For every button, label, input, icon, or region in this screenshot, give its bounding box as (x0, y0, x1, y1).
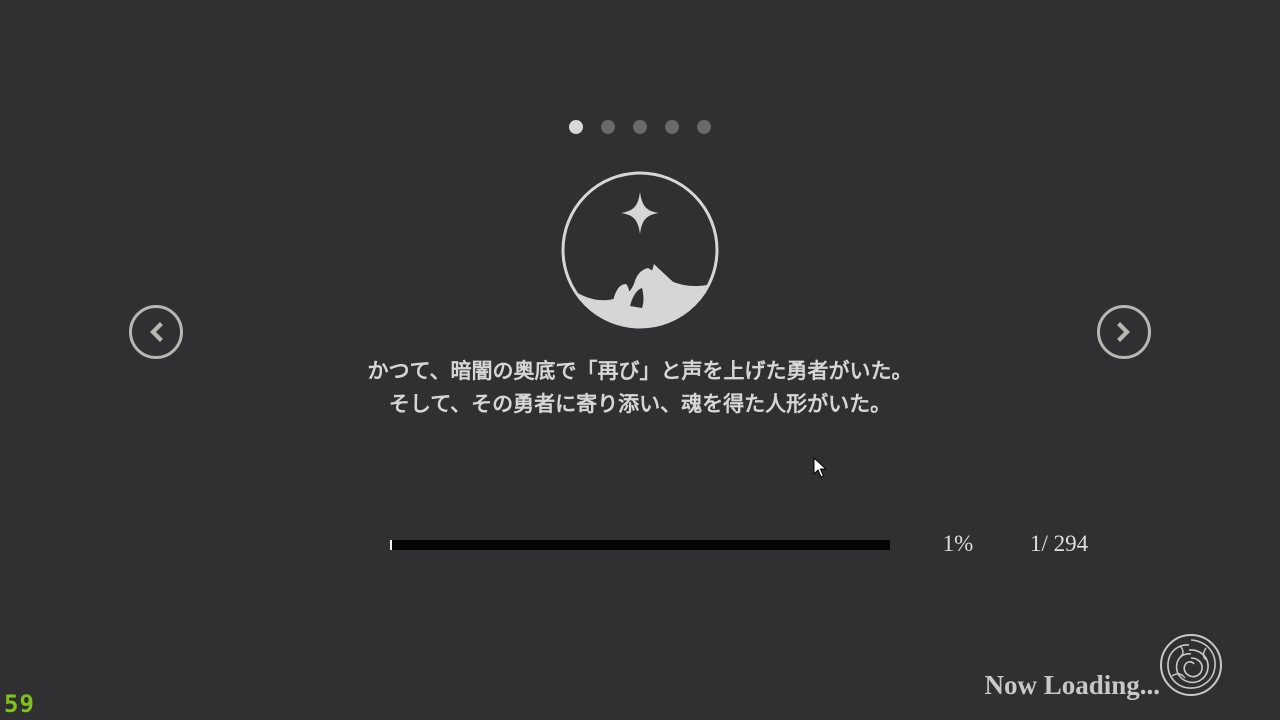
star-night-emblem-icon (561, 171, 719, 329)
page-indicator (0, 120, 1280, 136)
previous-page-button[interactable] (129, 305, 183, 359)
loading-screen: かつて、暗闇の奥底で「再び」と声を上げた勇者がいた。 そして、その勇者に寄り添い… (0, 0, 1280, 720)
progress-percent: 1% (942, 531, 974, 556)
now-loading-text: Now Loading... (984, 670, 1160, 700)
next-page-button[interactable] (1097, 305, 1151, 359)
chevron-left-icon (150, 322, 163, 342)
fps-counter: 59 (4, 690, 35, 718)
story-text: かつて、暗闇の奥底で「再び」と声を上げた勇者がいた。 そして、その勇者に寄り添い… (0, 354, 1280, 420)
loading-progress-bar (390, 540, 890, 550)
mouse-cursor-icon (813, 457, 827, 478)
page-dot[interactable] (633, 120, 647, 134)
story-line: かつて、暗闇の奥底で「再び」と声を上げた勇者がいた。 (367, 358, 913, 383)
chevron-right-icon (1117, 322, 1130, 342)
page-dot[interactable] (697, 120, 711, 134)
page-dot[interactable] (569, 120, 583, 134)
loading-progress-fill (390, 540, 392, 550)
page-counter: 1/ 294 (1030, 531, 1089, 556)
rose-icon (1160, 634, 1222, 696)
page-dot[interactable] (601, 120, 615, 134)
story-line: そして、その勇者に寄り添い、魂を得た人形がいた。 (388, 391, 892, 416)
page-dot[interactable] (665, 120, 679, 134)
